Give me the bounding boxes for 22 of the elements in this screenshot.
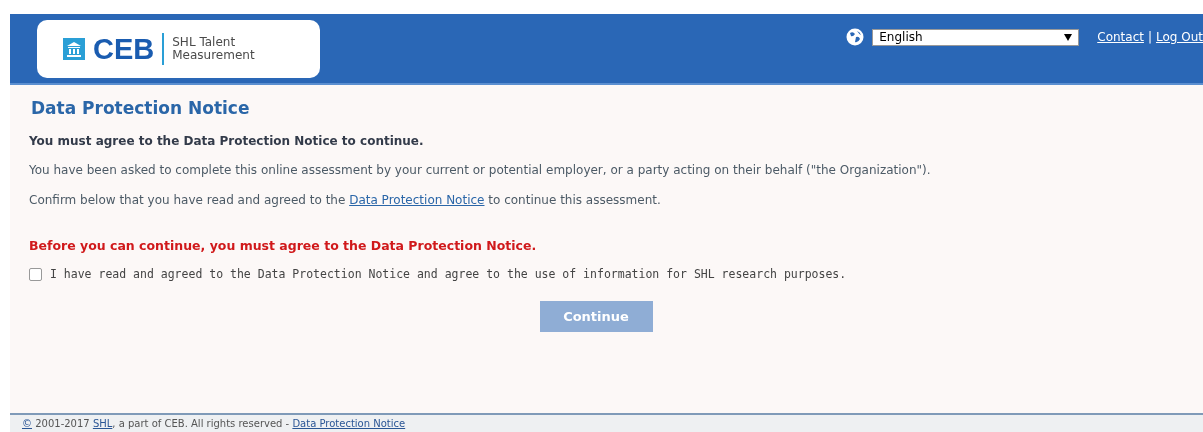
copyright-years: 2001-2017 [34,418,91,429]
agree-label: I have read and agreed to the Data Protection Notice and agree to the use of information for SHL research purposes. [50,267,847,281]
notice-link[interactable]: Data Protection Notice [292,418,406,429]
language-select[interactable]: English [872,28,1080,46]
bank-icon [63,38,85,60]
confirm-text: Confirm below that you have read and agreed to the Data Protection Notice to continue this assessment. [29,193,662,207]
contact-link[interactable]: Contact [1097,30,1144,44]
logout-link[interactable]: Log Out [1156,30,1203,44]
agree-checkbox[interactable] [29,267,42,281]
warning-text: Before you can continue, you must agree to the Data Protection Notice. [29,238,538,253]
link-separator: | [1147,30,1152,44]
page-title: Data Protection Notice [31,98,251,118]
logo-tagline: SHL Talent [172,36,237,49]
notice-link[interactable]: Data Protection Notice [349,193,485,207]
dropdown-caret-icon [1064,33,1073,41]
logo-tagline: Measurement [172,49,255,62]
intro-text: You must agree to the Data Protection Notice to continue. [29,134,425,148]
rights-text: , a part of CEB. All rights reserved - [112,418,291,429]
copyright-link[interactable]: © [22,418,32,429]
globe-icon [846,28,865,46]
logo-brand: CEB [93,32,155,66]
description-text: You have been asked to complete this online assessment by your current or potential employer, or a party acting on their behalf ("the Organization"). [29,163,932,177]
